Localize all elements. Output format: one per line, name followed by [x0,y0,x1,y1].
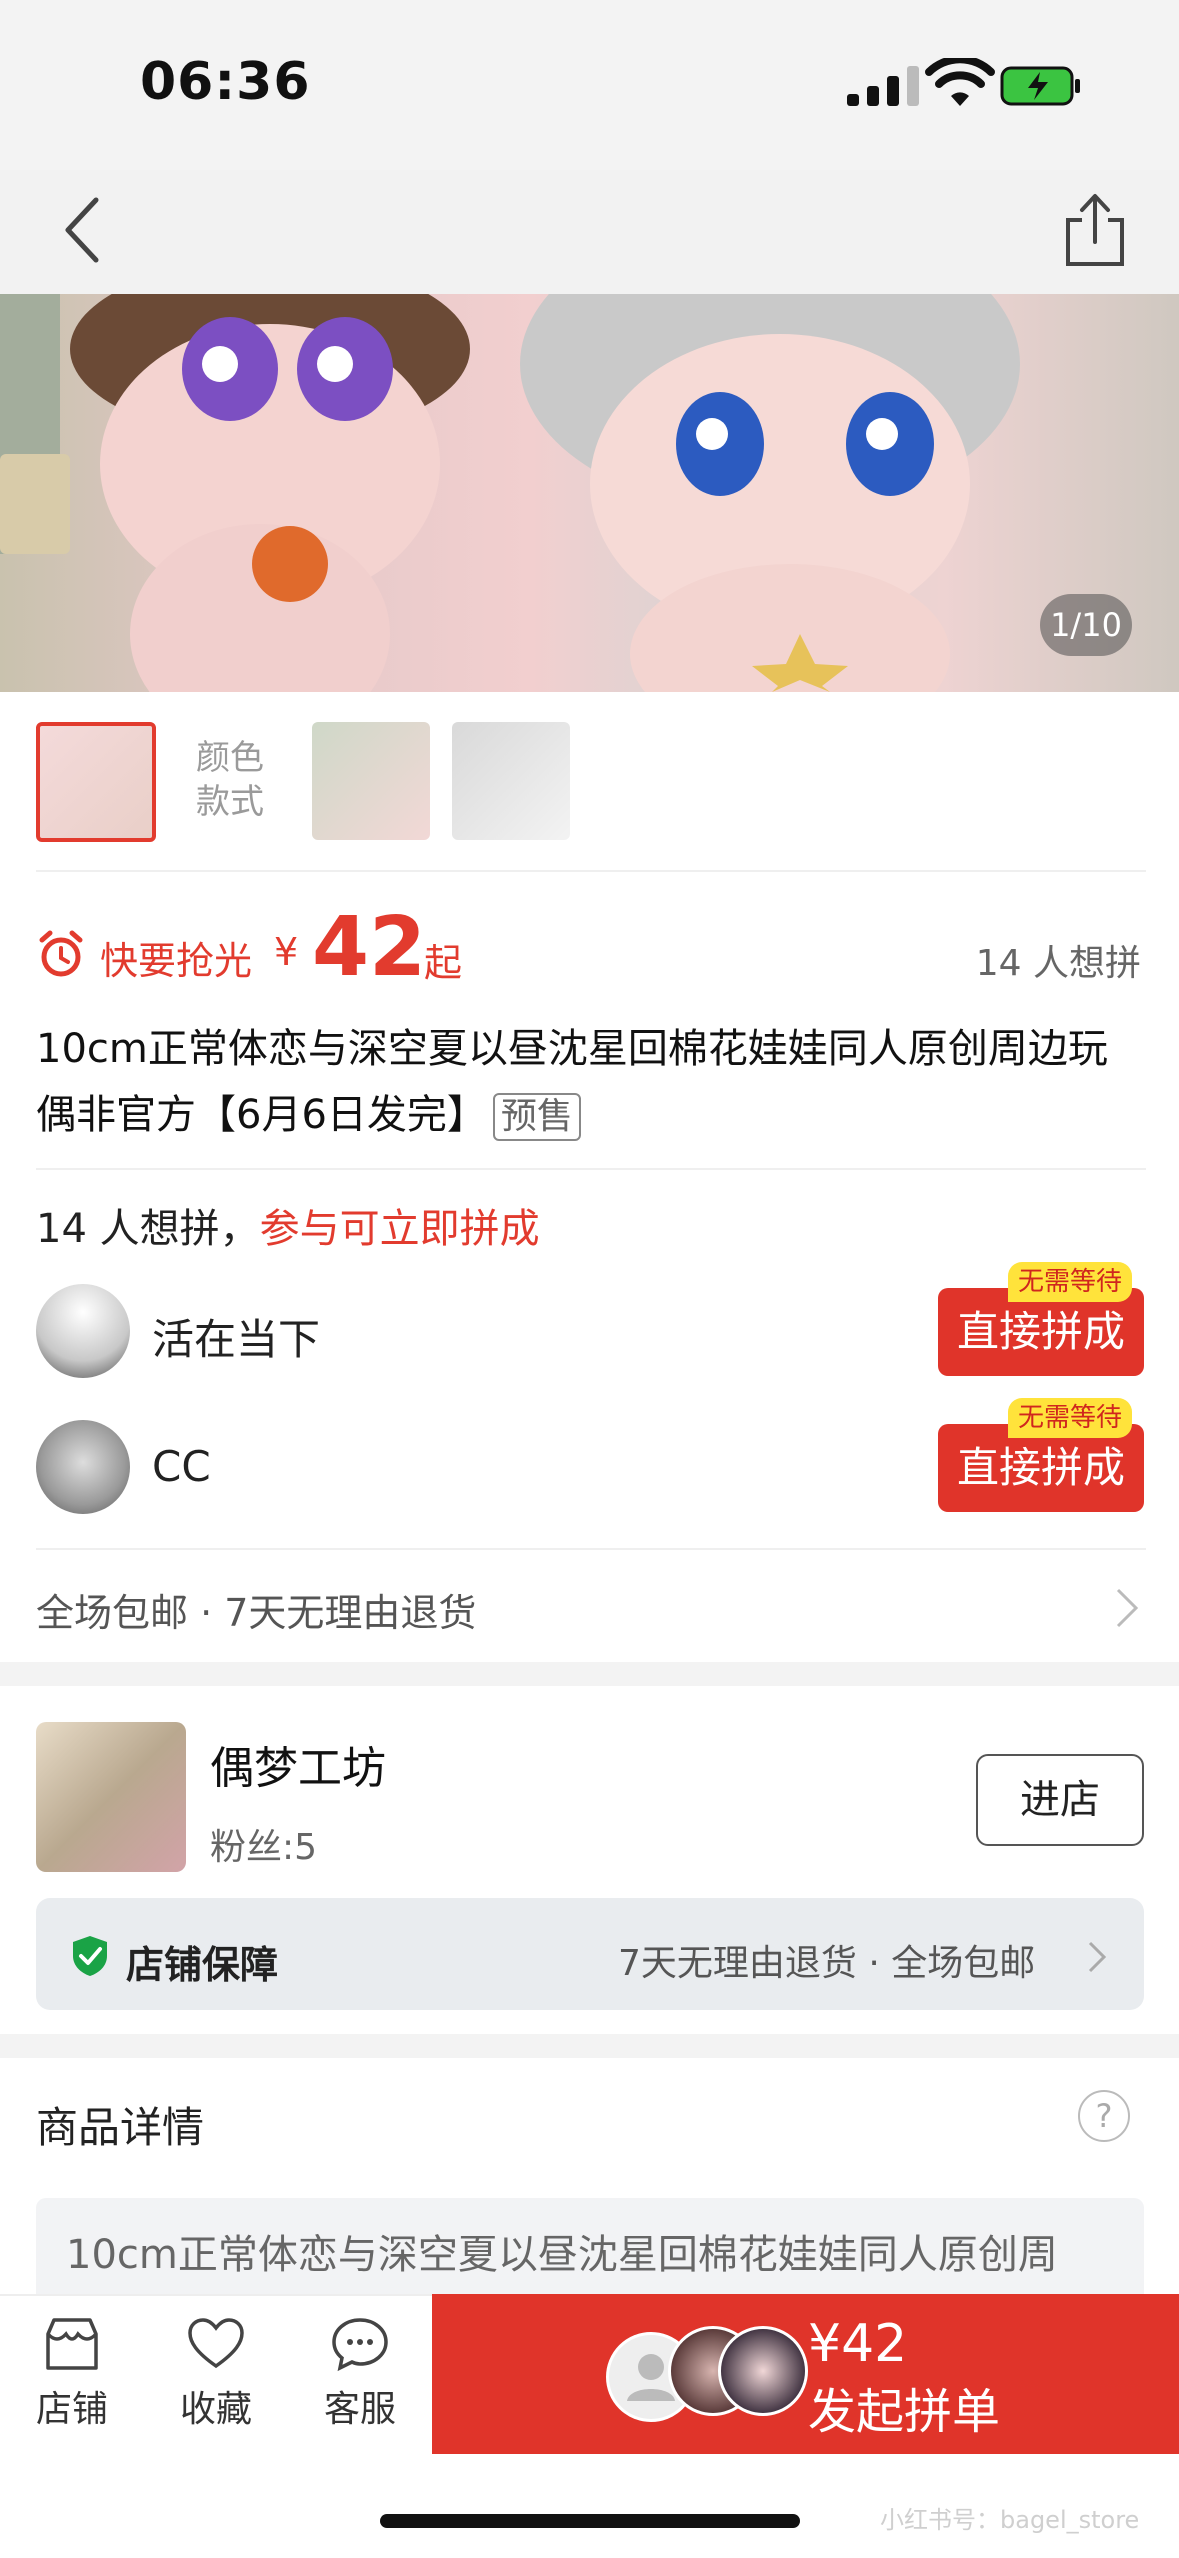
help-icon[interactable]: ? [1078,2090,1130,2142]
watermark: 小红书号：bagel_store [880,2506,1140,2534]
shop-fans: 粉丝:5 [210,1827,318,1868]
avatar [36,1284,130,1378]
guarantee-title: 店铺保障 [126,1943,279,1987]
divider [36,1548,1146,1550]
group-buy-header: 14 人想拼，参与可立即拼成 [36,1196,540,1254]
variant-thumbnail[interactable] [312,722,430,840]
chevron-right-icon [1116,1588,1139,1628]
product-photo [0,294,1020,692]
tab-customer-service[interactable]: 客服 [300,2316,420,2432]
tab-label: 收藏 [179,2389,252,2430]
variant-thumbnail[interactable] [452,722,570,840]
shop-name[interactable]: 偶梦工坊 [210,1732,386,1796]
presale-badge: 预售 [492,1093,581,1141]
member-name: CC [152,1442,211,1491]
hurry-label: 快要抢光 [100,939,253,983]
variant-label: 颜色款式 [196,738,264,822]
product-image-gallery[interactable] [0,294,1179,692]
variant-thumbnail-selected[interactable] [36,722,156,842]
tab-label: 店铺 [35,2389,108,2430]
product-title: 10cm正常体恋与深空夏以昼沈星回棉花娃娃同人原创周边玩偶非官方【6月6日发完】… [36,1016,1146,1148]
shop-logo[interactable] [36,1722,186,1872]
description-text: 10cm正常体恋与深空夏以昼沈星回棉花娃娃同人原创周 [66,2232,1058,2278]
cta-price: ¥42 [808,2314,908,2374]
battery-icon [1000,66,1080,106]
tab-shop[interactable]: 店铺 [12,2316,132,2432]
status-time: 06:36 [140,52,311,112]
price-currency: ¥ [274,930,299,974]
share-icon[interactable] [1060,190,1130,270]
no-wait-tag: 无需等待 [1008,1262,1132,1302]
tab-label: 客服 [323,2389,396,2430]
section-separator [0,2034,1179,2058]
store-icon [46,2318,98,2370]
avatar [718,2326,808,2416]
details-title: 商品详情 [36,2103,205,2152]
chat-bubble-icon [332,2318,388,2372]
cta-label: 发起拼单 [808,2384,1001,2440]
enter-shop-button[interactable]: 进店 [976,1754,1144,1846]
nav-bar [0,170,1179,294]
wifi-icon [925,58,995,106]
guarantee-text: 7天无理由退货 · 全场包邮 [618,1943,1036,1984]
member-name: 活在当下 [152,1315,321,1364]
group-buy-cta-text: 参与可立即拼成 [259,1206,540,1252]
group-buy-count: 14 人想拼， [36,1206,260,1252]
alarm-clock-icon [39,930,83,977]
no-wait-tag: 无需等待 [1008,1398,1132,1438]
wants-count: 14 人想拼 [975,943,1141,984]
heart-icon [188,2318,244,2369]
back-arrow-icon[interactable] [58,192,108,268]
divider [36,1168,1146,1170]
price-amount: 42 [312,900,427,995]
home-indicator [380,2514,800,2528]
divider [36,870,1146,872]
section-separator [0,1662,1179,1686]
image-pager: 1/10 [1040,594,1132,656]
tab-favorite[interactable]: 收藏 [156,2316,276,2432]
cellular-signal-icon [847,66,919,106]
shipping-info[interactable]: 全场包邮 · 7天无理由退货 [36,1582,476,1637]
avatar [36,1420,130,1514]
shield-check-icon [73,1936,107,1976]
chevron-right-icon [1088,1941,1107,1973]
price-suffix: 起 [424,941,463,985]
